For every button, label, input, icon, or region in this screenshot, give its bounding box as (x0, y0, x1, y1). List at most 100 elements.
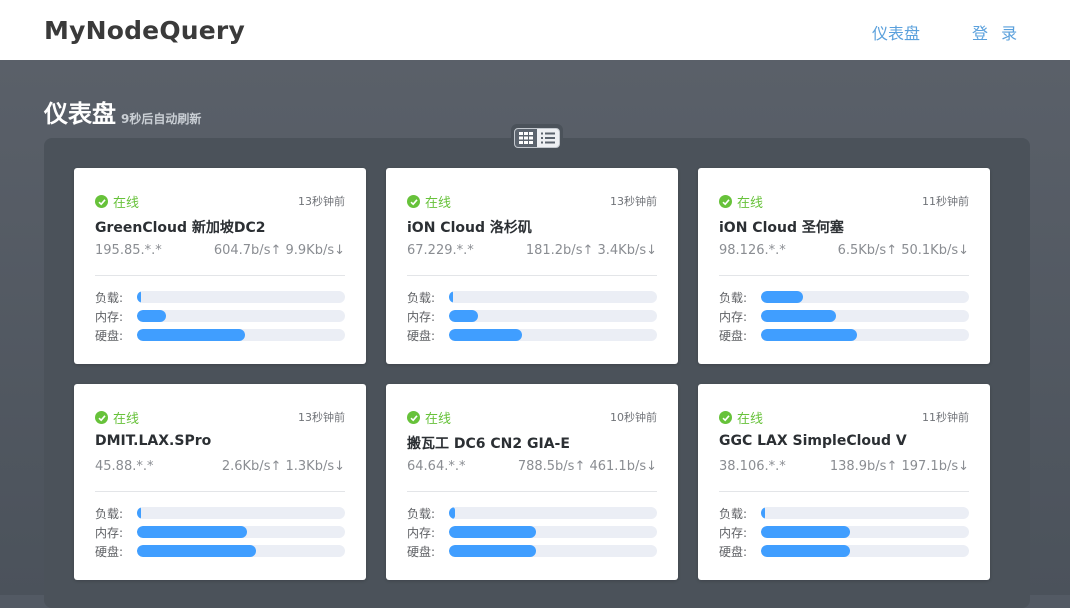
disk-label: 硬盘: (95, 329, 124, 343)
node-card[interactable]: 在线 13秒钟前 iON Cloud 洛杉矶 67.229.*.* 181.2b… (386, 168, 678, 364)
network-speed: 604.7b/s↑ 9.9Kb/s↓ (213, 243, 345, 258)
memory-label: 内存: (719, 526, 748, 540)
check-circle-icon (95, 195, 108, 208)
nav-dashboard-link[interactable]: 仪表盘 (872, 20, 920, 44)
disk-bar (137, 329, 246, 341)
load-label: 负载: (719, 507, 748, 521)
network-speed: 181.2b/s↑ 3.4Kb/s↓ (525, 243, 657, 258)
load-label: 负载: (95, 507, 124, 521)
status-text: 在线 (425, 196, 452, 211)
load-label: 负载: (407, 291, 436, 305)
disk-metric: 硬盘: (95, 328, 345, 343)
status-text: 在线 (425, 412, 452, 427)
memory-label: 内存: (95, 526, 124, 540)
memory-bar-track (449, 310, 657, 322)
disk-bar-track (137, 545, 345, 557)
memory-metric: 内存: (95, 309, 345, 324)
memory-bar-track (137, 310, 345, 322)
memory-label: 内存: (719, 310, 748, 324)
last-update-time: 10秒钟前 (610, 411, 657, 424)
brand-logo[interactable]: MyNodeQuery (44, 16, 245, 45)
status-badge: 在线 (95, 408, 139, 427)
node-name: DMIT.LAX.SPro (95, 433, 212, 449)
node-name: iON Cloud 洛杉矶 (407, 220, 532, 236)
load-label: 负载: (95, 291, 124, 305)
check-circle-icon (407, 195, 420, 208)
load-metric: 负载: (407, 506, 657, 521)
list-icon (541, 132, 555, 144)
load-label: 负载: (719, 291, 748, 305)
memory-bar (137, 526, 248, 538)
last-update-time: 11秒钟前 (922, 195, 969, 208)
status-badge: 在线 (719, 408, 763, 427)
disk-bar-track (449, 329, 657, 341)
load-label: 负载: (407, 507, 436, 521)
status-badge: 在线 (407, 408, 451, 427)
status-text: 在线 (737, 196, 764, 211)
node-name: iON Cloud 圣何塞 (719, 220, 844, 236)
disk-bar (137, 545, 256, 557)
check-circle-icon (719, 411, 732, 424)
load-bar-track (137, 507, 345, 519)
status-badge: 在线 (95, 192, 139, 211)
node-card[interactable]: 在线 11秒钟前 GGC LAX SimpleCloud V 38.106.*.… (698, 384, 990, 580)
memory-bar (449, 310, 479, 322)
memory-metric: 内存: (407, 525, 657, 540)
load-bar-track (137, 291, 345, 303)
memory-bar-track (761, 310, 969, 322)
check-circle-icon (719, 195, 732, 208)
load-bar (761, 291, 803, 303)
view-toggle (514, 128, 560, 148)
node-ip: 98.126.*.* (719, 243, 786, 258)
list-view-button[interactable] (537, 129, 559, 147)
node-ip: 45.88.*.* (95, 459, 154, 474)
memory-label: 内存: (407, 310, 436, 324)
top-navbar: MyNodeQuery 仪表盘 登 录 (0, 0, 1070, 60)
node-name: GGC LAX SimpleCloud V (719, 433, 907, 449)
divider (407, 491, 657, 492)
load-bar (137, 291, 142, 303)
disk-metric: 硬盘: (95, 544, 345, 559)
disk-bar (449, 545, 537, 557)
load-bar (137, 507, 142, 519)
disk-label: 硬盘: (407, 545, 436, 559)
divider (95, 491, 345, 492)
node-card[interactable]: 在线 13秒钟前 DMIT.LAX.SPro 45.88.*.* 2.6Kb/s… (74, 384, 366, 580)
status-text: 在线 (113, 196, 140, 211)
network-speed: 138.9b/s↑ 197.1b/s↓ (829, 459, 969, 474)
disk-label: 硬盘: (719, 545, 748, 559)
divider (719, 275, 969, 276)
disk-bar (449, 329, 522, 341)
disk-metric: 硬盘: (719, 328, 969, 343)
node-card[interactable]: 在线 10秒钟前 搬瓦工 DC6 CN2 GIA-E 64.64.*.* 788… (386, 384, 678, 580)
memory-metric: 内存: (407, 309, 657, 324)
disk-label: 硬盘: (719, 329, 748, 343)
memory-bar (761, 526, 851, 538)
node-card[interactable]: 在线 11秒钟前 iON Cloud 圣何塞 98.126.*.* 6.5Kb/… (698, 168, 990, 364)
node-card[interactable]: 在线 13秒钟前 GreenCloud 新加坡DC2 195.85.*.* 60… (74, 168, 366, 364)
divider (95, 275, 345, 276)
load-bar-track (761, 507, 969, 519)
disk-metric: 硬盘: (719, 544, 969, 559)
last-update-time: 11秒钟前 (922, 411, 969, 424)
grid-view-button[interactable] (515, 129, 537, 147)
status-badge: 在线 (719, 192, 763, 211)
node-ip: 67.229.*.* (407, 243, 474, 258)
memory-bar (761, 310, 836, 322)
disk-bar-track (761, 329, 969, 341)
nav-login-link[interactable]: 登 录 (972, 20, 1021, 44)
node-ip: 38.106.*.* (719, 459, 786, 474)
disk-bar-track (137, 329, 345, 341)
node-ip: 64.64.*.* (407, 459, 466, 474)
last-update-time: 13秒钟前 (298, 195, 345, 208)
memory-metric: 内存: (719, 309, 969, 324)
load-metric: 负载: (719, 506, 969, 521)
last-update-time: 13秒钟前 (610, 195, 657, 208)
load-bar-track (449, 507, 657, 519)
last-update-time: 13秒钟前 (298, 411, 345, 424)
disk-bar (761, 329, 857, 341)
network-speed: 2.6Kb/s↑ 1.3Kb/s↓ (221, 459, 345, 474)
disk-bar-track (761, 545, 969, 557)
status-text: 在线 (737, 412, 764, 427)
memory-bar-track (449, 526, 657, 538)
